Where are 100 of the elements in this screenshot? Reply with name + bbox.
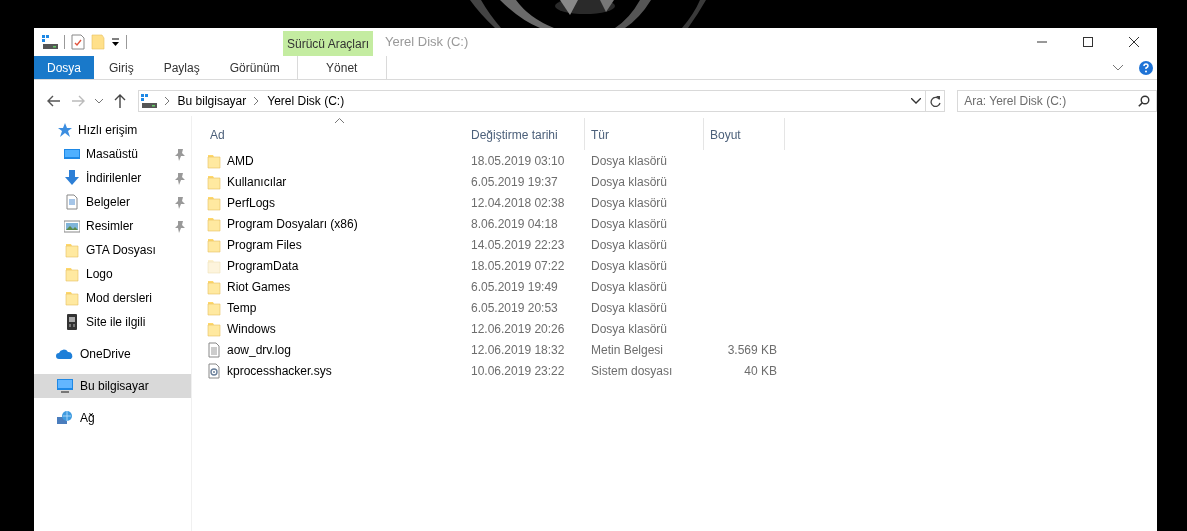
nav-item[interactable]: Logo	[34, 262, 191, 286]
nav-item[interactable]: Mod dersleri	[34, 286, 191, 310]
drive-icon	[42, 34, 58, 50]
type-cell-text: Sistem dosyası	[590, 362, 674, 380]
download-icon	[64, 170, 80, 186]
back-arrow-icon	[46, 95, 61, 107]
type-cell-text: Dosya klasörü	[590, 320, 669, 338]
nav-item[interactable]: Resimler	[34, 214, 191, 238]
nav-item[interactable]: Hızlı erişim	[34, 118, 191, 142]
pin-icon	[175, 172, 185, 185]
type-cell-text: Dosya klasörü	[590, 152, 669, 170]
file-name[interactable]: Windows	[227, 319, 276, 338]
nav-item[interactable]: GTA Dosyası	[34, 238, 191, 262]
file-name[interactable]: Kullanıcılar	[227, 172, 287, 191]
size-cell-text: 3.569 KB	[726, 341, 778, 359]
file-name[interactable]: PerfLogs	[227, 193, 276, 212]
nav-item[interactable]: Belgeler	[34, 190, 191, 214]
date-cell-text: 6.05.2019 20:53	[470, 299, 559, 317]
documents-icon	[64, 194, 80, 210]
folder-icon	[64, 266, 80, 282]
date-cell-text: 18.05.2019 03:10	[470, 152, 566, 170]
file-name[interactable]: Program Files	[227, 235, 302, 254]
folder-icon	[206, 173, 222, 190]
help-icon[interactable]	[1139, 60, 1153, 75]
search-field[interactable]: Ara: Yerel Disk (C:)	[957, 90, 1158, 112]
type-cell-text: Dosya klasörü	[590, 299, 669, 317]
type-cell-text: Dosya klasörü	[590, 173, 669, 191]
text-file-icon	[206, 341, 222, 358]
nav-item[interactable]: Site ile ilgili	[34, 310, 191, 334]
pin-icon	[175, 196, 185, 209]
up-arrow-icon	[113, 94, 126, 108]
chevron-icon	[911, 98, 922, 104]
date-cell-text: 10.06.2019 23:22	[470, 362, 566, 380]
window-title: Yerel Disk (C:)	[385, 33, 469, 52]
file-name[interactable]: Program Dosyaları (x86)	[227, 214, 358, 233]
folder-icon	[206, 194, 222, 211]
refresh-button[interactable]	[926, 90, 946, 112]
type-cell-text: Metin Belgesi	[590, 341, 665, 359]
date-cell-text: 6.05.2019 19:37	[470, 173, 559, 191]
folder-icon	[206, 257, 222, 274]
date-cell-text: 12.06.2019 18:32	[470, 341, 566, 359]
date-cell-text: 14.05.2019 22:23	[470, 236, 566, 254]
pin-icon	[175, 148, 185, 161]
file-name[interactable]: AMD	[227, 151, 254, 170]
nav-item[interactable]: İndirilenler	[34, 166, 191, 190]
file-name[interactable]: Riot Games	[227, 277, 291, 296]
folder-icon	[206, 152, 222, 169]
close-icon	[1129, 37, 1139, 47]
column-header[interactable]: Değiştirme tarihi	[465, 118, 585, 150]
ribbon-tab[interactable]: Yönet	[296, 56, 387, 79]
ribbon-tab[interactable]: Dosya	[34, 56, 94, 79]
file-name[interactable]: Temp	[227, 298, 257, 317]
refresh-icon	[929, 95, 941, 107]
type-cell-text: Dosya klasörü	[590, 236, 669, 254]
ribbon-tab[interactable]: Görünüm	[214, 56, 295, 79]
nav-item[interactable]: Masaüstü	[34, 142, 191, 166]
date-cell-text: 12.04.2018 02:38	[470, 194, 566, 212]
memory-card-icon	[64, 314, 80, 330]
file-name[interactable]: aow_drv.log	[227, 340, 291, 359]
ribbon-tab[interactable]: Paylaş	[148, 56, 215, 79]
date-cell-text: 6.05.2019 19:49	[470, 278, 559, 296]
dropdown-icon	[111, 37, 120, 47]
pictures-icon	[64, 218, 80, 234]
desktop-icon	[64, 146, 80, 162]
nav-item[interactable]: Bu bilgisayar	[34, 374, 191, 398]
column-header[interactable]: Tür	[585, 118, 704, 150]
column-header[interactable]: Ad	[204, 118, 465, 150]
chevron-icon	[94, 98, 103, 104]
date-cell-text: 12.06.2019 20:26	[470, 320, 566, 338]
date-cell-text: 18.05.2019 07:22	[470, 257, 566, 275]
breadcrumb[interactable]: Bu bilgisayar	[177, 92, 247, 110]
file-name[interactable]: ProgramData	[227, 256, 299, 275]
type-cell-text: Dosya klasörü	[590, 194, 669, 212]
star-icon	[56, 122, 72, 138]
system-file-icon	[206, 362, 222, 379]
file-name[interactable]: kprocesshacker.sys	[227, 361, 332, 380]
date-cell-text: 8.06.2019 04:18	[470, 215, 559, 233]
expand-ribbon-button[interactable]	[1113, 64, 1123, 71]
network-icon	[56, 410, 74, 426]
chevron-right-icon	[164, 97, 170, 105]
size-cell-text: 40 KB	[743, 362, 778, 380]
folder-icon	[206, 299, 222, 316]
folder-icon	[64, 242, 80, 258]
folder-icon	[64, 290, 80, 306]
forward-arrow-icon	[70, 95, 85, 107]
nav-item[interactable]: Ağ	[34, 406, 191, 430]
pin-icon	[175, 220, 185, 233]
address-bar[interactable]: Bu bilgisayar Yerel Disk (C:)	[137, 90, 927, 112]
folder-icon	[206, 278, 222, 295]
type-cell-text: Dosya klasörü	[590, 257, 669, 275]
nav-item[interactable]: OneDrive	[34, 342, 191, 366]
chevron-icon	[1113, 64, 1123, 71]
breadcrumb[interactable]: Yerel Disk (C:)	[267, 92, 345, 110]
drive-icon	[140, 93, 157, 109]
type-cell-text: Dosya klasörü	[590, 215, 669, 233]
column-header[interactable]: Boyut	[704, 118, 785, 150]
maximize-icon	[1083, 37, 1093, 47]
context-tab-group: Sürücü Araçları	[283, 31, 373, 56]
folder-icon	[206, 215, 222, 232]
ribbon-tab[interactable]: Giriş	[94, 56, 149, 79]
